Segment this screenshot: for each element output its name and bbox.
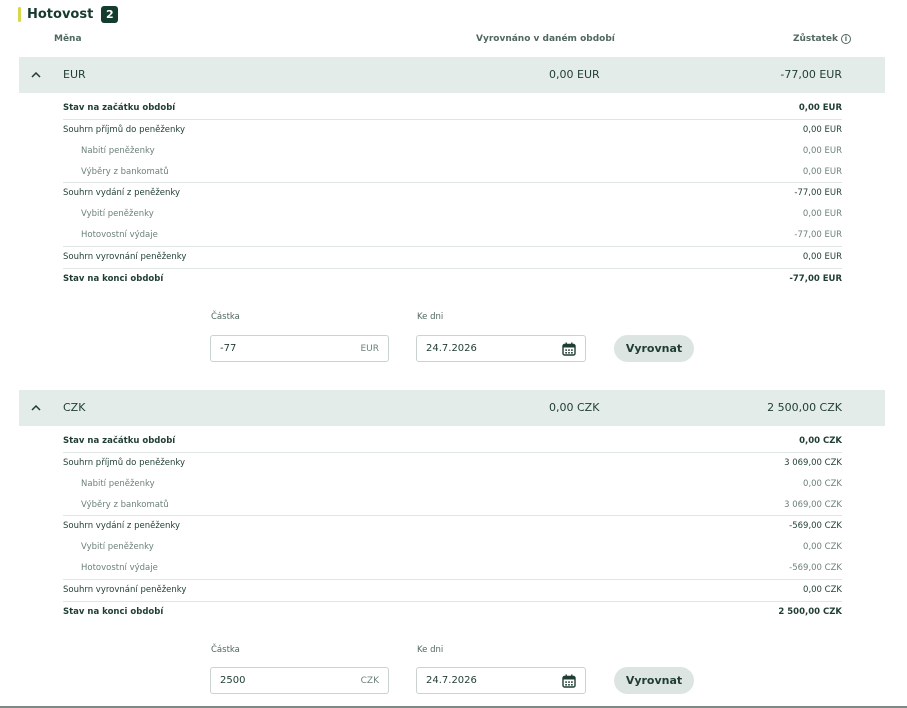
calendar-icon[interactable] xyxy=(562,342,576,356)
currency-name: CZK xyxy=(63,401,86,414)
settle-button[interactable]: Vyrovnat xyxy=(614,667,694,694)
amount-unit: EUR xyxy=(360,343,379,354)
amount-label: Částka xyxy=(211,312,240,322)
row-value: 0,00 EUR xyxy=(802,145,842,156)
row-settlement-total: Souhrn vyrovnání peněženky 0,00 CZK xyxy=(63,579,842,600)
row-income-total: Souhrn příjmů do peněženky 0,00 EUR xyxy=(63,119,842,140)
row-value: -77,00 EUR xyxy=(789,274,842,284)
currency-settled: 0,00 CZK xyxy=(549,401,600,414)
row-value: 0,00 CZK xyxy=(803,541,842,552)
row-expense-total: Souhrn vydání z peněženky -77,00 EUR xyxy=(63,182,842,203)
row-value: 0,00 EUR xyxy=(798,102,842,113)
date-label: Ke dni xyxy=(417,312,444,322)
row-wallet-topup: Nabití peněženky 0,00 EUR xyxy=(63,140,842,161)
row-wallet-discharge: Vybití peněženky 0,00 CZK xyxy=(63,536,842,557)
row-income-total: Souhrn příjmů do peněženky 3 069,00 CZK xyxy=(63,452,842,473)
column-header-balance-label: Zůstatek xyxy=(792,34,838,44)
column-header-balance: Zůstatek i xyxy=(793,34,851,44)
date-input[interactable]: 24.7.2026 xyxy=(416,335,586,362)
row-start-balance: Stav na začátku období 0,00 EUR xyxy=(63,97,842,118)
row-value: -77,00 EUR xyxy=(794,229,842,240)
row-label: Vybití peněženky xyxy=(81,208,154,219)
row-cash-expenses: Hotovostní výdaje -77,00 EUR xyxy=(63,224,842,245)
date-value: 24.7.2026 xyxy=(426,675,477,686)
accent-bar xyxy=(18,6,21,22)
row-value: 2 500,00 CZK xyxy=(778,607,842,617)
row-label: Nabití peněženky xyxy=(81,145,155,156)
currency-header-eur[interactable]: EUR 0,00 EUR -77,00 EUR xyxy=(19,57,885,93)
currency-name: EUR xyxy=(63,68,86,81)
info-icon[interactable]: i xyxy=(841,34,851,44)
currency-balance: -77,00 EUR xyxy=(780,68,842,81)
amount-label: Částka xyxy=(211,645,240,655)
row-value: -569,00 CZK xyxy=(789,562,842,573)
row-end-balance: Stav na konci období -77,00 EUR xyxy=(63,268,842,289)
row-expense-total: Souhrn vydání z peněženky -569,00 CZK xyxy=(63,515,842,536)
row-value: 3 069,00 CZK xyxy=(784,499,842,510)
row-label: Souhrn vyrovnání peněženky xyxy=(63,252,187,262)
count-badge: 2 xyxy=(101,5,119,23)
amount-unit: CZK xyxy=(360,675,379,686)
column-header-currency: Měna xyxy=(54,34,82,44)
row-value: 0,00 EUR xyxy=(802,208,842,219)
date-value: 24.7.2026 xyxy=(426,343,477,354)
row-label: Souhrn vyrovnání peněženky xyxy=(63,585,187,595)
currency-settled: 0,00 EUR xyxy=(549,68,600,81)
row-atm-withdrawals: Výběry z bankomatů 0,00 EUR xyxy=(63,161,842,182)
row-label: Výběry z bankomatů xyxy=(81,166,169,177)
currency-header-czk[interactable]: CZK 0,00 CZK 2 500,00 CZK xyxy=(19,390,885,426)
row-value: -77,00 EUR xyxy=(794,188,842,198)
row-label: Souhrn příjmů do peněženky xyxy=(63,458,186,468)
row-wallet-discharge: Vybití peněženky 0,00 EUR xyxy=(63,203,842,224)
row-label: Souhrn vydání z peněženky xyxy=(63,188,181,198)
calendar-icon[interactable] xyxy=(562,674,576,688)
row-cash-expenses: Hotovostní výdaje -569,00 CZK xyxy=(63,557,842,578)
currency-balance: 2 500,00 CZK xyxy=(767,401,842,414)
row-value: 0,00 CZK xyxy=(803,478,842,489)
row-end-balance: Stav na konci období 2 500,00 CZK xyxy=(63,601,842,622)
row-label: Výběry z bankomatů xyxy=(81,499,169,510)
chevron-up-icon[interactable] xyxy=(19,57,53,93)
row-settlement-total: Souhrn vyrovnání peněženky 0,00 EUR xyxy=(63,246,842,267)
section-title: Hotovost xyxy=(27,6,94,22)
column-header-settled: Vyrovnáno v daném období xyxy=(476,34,615,44)
amount-input[interactable]: -77 EUR xyxy=(210,335,389,362)
date-input[interactable]: 24.7.2026 xyxy=(416,667,586,694)
row-start-balance: Stav na začátku období 0,00 CZK xyxy=(63,430,842,451)
row-label: Hotovostní výdaje xyxy=(81,562,158,573)
row-label: Stav na konci období xyxy=(63,274,164,284)
row-wallet-topup: Nabití peněženky 0,00 CZK xyxy=(63,473,842,494)
amount-value: 2500 xyxy=(220,675,246,686)
row-label: Stav na začátku období xyxy=(63,435,176,446)
date-label: Ke dni xyxy=(417,645,444,655)
row-label: Stav na konci období xyxy=(63,607,164,617)
row-label: Nabití peněženky xyxy=(81,478,155,489)
amount-value: -77 xyxy=(220,343,237,354)
row-value: 0,00 EUR xyxy=(802,252,842,262)
row-value: 0,00 EUR xyxy=(802,125,842,135)
row-value: 0,00 CZK xyxy=(803,585,842,595)
row-label: Souhrn vydání z peněženky xyxy=(63,521,181,531)
row-value: 0,00 EUR xyxy=(802,166,842,177)
row-label: Hotovostní výdaje xyxy=(81,229,158,240)
amount-input[interactable]: 2500 CZK xyxy=(210,667,389,694)
chevron-up-icon[interactable] xyxy=(19,390,53,426)
settle-button[interactable]: Vyrovnat xyxy=(614,335,694,362)
row-value: 0,00 CZK xyxy=(799,435,842,446)
row-atm-withdrawals: Výběry z bankomatů 3 069,00 CZK xyxy=(63,494,842,515)
row-value: -569,00 CZK xyxy=(789,521,842,531)
row-value: 3 069,00 CZK xyxy=(784,458,842,468)
row-label: Souhrn příjmů do peněženky xyxy=(63,125,186,135)
section-header: Hotovost 2 xyxy=(18,4,119,24)
row-label: Stav na začátku období xyxy=(63,102,176,113)
row-label: Vybití peněženky xyxy=(81,541,154,552)
